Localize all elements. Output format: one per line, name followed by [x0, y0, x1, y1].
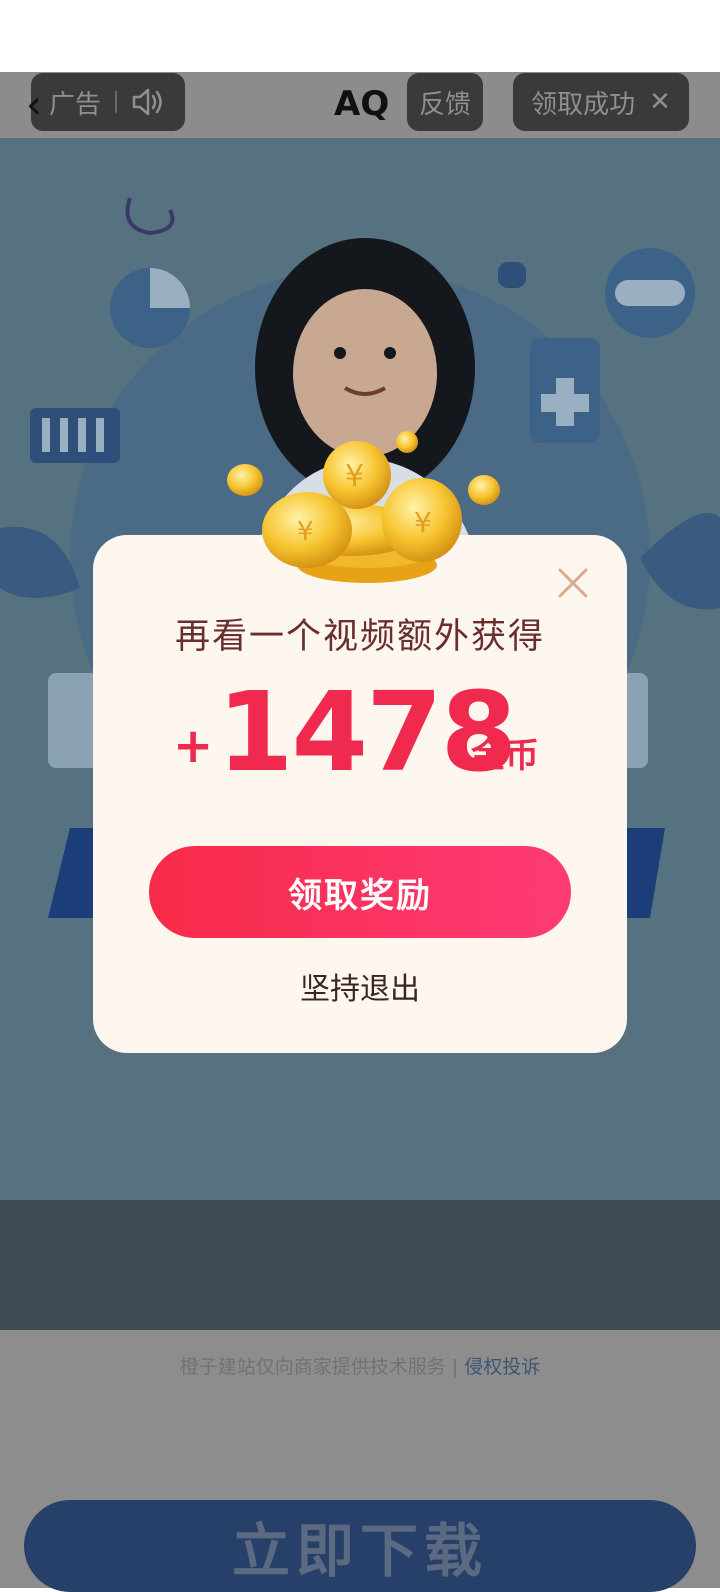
- download-button[interactable]: 立即下载: [24, 1500, 696, 1592]
- claim-reward-button[interactable]: 领取奖励: [149, 846, 571, 938]
- svg-text:¥: ¥: [345, 459, 364, 494]
- svg-text:¥: ¥: [414, 506, 432, 539]
- feedback-button[interactable]: 反馈: [407, 73, 483, 131]
- dialog-title: 再看一个视频额外获得: [174, 617, 545, 657]
- close-icon[interactable]: ✕: [649, 87, 671, 117]
- ad-badge[interactable]: 广告: [31, 73, 185, 131]
- status-bar: [0, 0, 720, 72]
- reward-status-button[interactable]: 领取成功 ✕: [513, 73, 689, 131]
- ad-top-bar: 广告 ‹ AQ 反馈 领取成功 ✕: [0, 72, 720, 138]
- landing-footer: 橙子建站仅向商家提供技术服务 | 侵权投诉 立即下载: [0, 1330, 720, 1592]
- illustration-shadow: [0, 1200, 720, 1330]
- gold-coins-icon: ¥ ¥ ¥: [227, 431, 500, 583]
- reward-amount: + 1478 金币: [93, 668, 627, 798]
- complaint-link[interactable]: 侵权投诉: [464, 1356, 540, 1378]
- back-icon[interactable]: ‹: [26, 82, 42, 128]
- svg-text:¥: ¥: [297, 517, 314, 547]
- close-dialog-icon[interactable]: [555, 565, 591, 601]
- speaker-icon[interactable]: [131, 87, 165, 117]
- footer-notice: 橙子建站仅向商家提供技术服务 | 侵权投诉: [0, 1352, 720, 1379]
- divider: [115, 91, 118, 113]
- amount-prefix: +: [173, 718, 214, 774]
- coin-unit: 金币: [471, 736, 539, 776]
- brand-label: AQ: [334, 84, 390, 124]
- ad-label: 广告: [49, 89, 102, 120]
- reward-status-label: 领取成功: [531, 89, 636, 120]
- quit-button[interactable]: 坚持退出: [93, 964, 627, 1008]
- footer-notice-text: 橙子建站仅向商家提供技术服务 |: [179, 1356, 465, 1378]
